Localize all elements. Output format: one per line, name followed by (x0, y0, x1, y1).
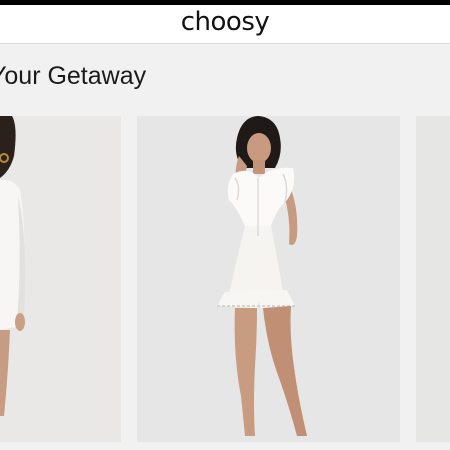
product-card-right[interactable] (416, 116, 450, 442)
product-card-center[interactable] (137, 116, 400, 442)
product-card-left[interactable] (0, 116, 121, 442)
product-image-left (0, 116, 121, 442)
app-screen: choosy Your Getaway (0, 0, 450, 450)
brand-logo[interactable]: choosy (181, 9, 270, 35)
product-image-right (416, 116, 450, 442)
site-header: choosy (0, 5, 450, 44)
product-image-center (137, 116, 400, 442)
section-title: Your Getaway (0, 62, 147, 90)
